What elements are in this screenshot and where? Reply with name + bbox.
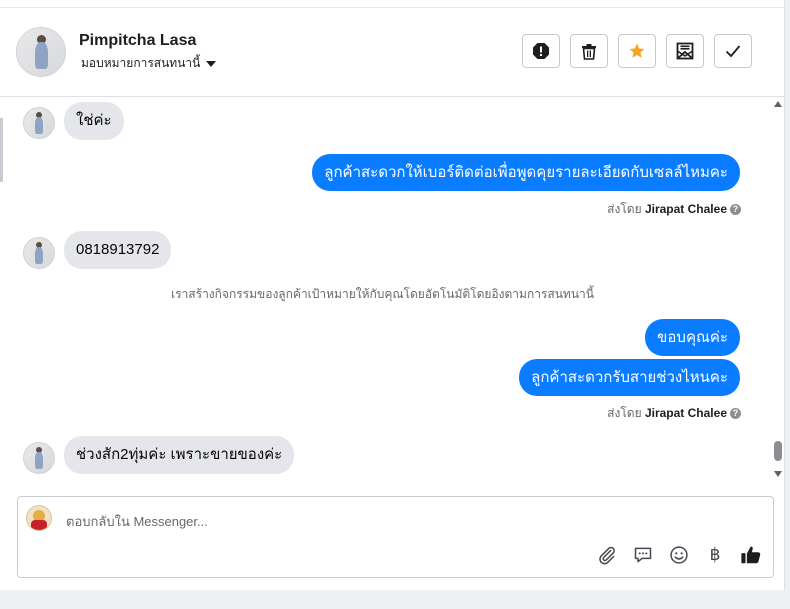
star-button[interactable] (618, 34, 656, 68)
emoji-icon (670, 546, 688, 564)
contact-avatar[interactable] (16, 27, 66, 77)
request-payment-button[interactable]: ฿ (704, 544, 726, 566)
send-like-button[interactable] (740, 544, 762, 566)
done-check-icon (725, 45, 741, 58)
sent-by-label: ส่งโดย Jirapat Chalee? (607, 200, 741, 219)
star-icon (629, 43, 645, 58)
emoji-button[interactable] (668, 544, 690, 566)
attach-file-button[interactable] (596, 544, 618, 566)
saved-reply-icon (634, 547, 652, 563)
payment-baht-icon: ฿ (709, 545, 721, 565)
assign-conversation-dropdown[interactable]: มอบหมายการสนทนานี้ (81, 54, 217, 73)
scroll-up-arrow-icon[interactable] (774, 101, 782, 107)
sent-by-prefix: ส่งโดย (607, 406, 642, 420)
system-note: เราสร้างกิจกรรมของลูกค้าเป้าหมายให้กับคุ… (171, 287, 594, 301)
scroll-down-arrow-icon[interactable] (774, 471, 782, 477)
reply-composer: ฿ (17, 496, 774, 578)
agent-name[interactable]: Jirapat Chalee (645, 202, 727, 216)
mark-done-button[interactable] (714, 34, 752, 68)
outgoing-message: ลูกค้าสะดวกรับสายช่วงไหนคะ (519, 359, 740, 396)
incoming-message: ใช่ค่ะ (64, 102, 124, 140)
spam-icon (533, 43, 549, 59)
like-thumb-icon (741, 546, 761, 564)
sent-by-prefix: ส่งโดย (607, 202, 642, 216)
attachment-icon (599, 546, 615, 565)
contact-avatar-small[interactable] (23, 107, 55, 139)
help-icon[interactable]: ? (730, 408, 741, 420)
outgoing-message: ขอบคุณค่ะ (645, 319, 740, 356)
scrollbar-thumb[interactable] (774, 441, 782, 461)
reply-input[interactable] (64, 509, 628, 533)
sent-by-label: ส่งโดย Jirapat Chalee? (607, 404, 741, 423)
mark-unread-icon (676, 42, 694, 60)
incoming-message: ช่วงสัก2ทุ่มค่ะ เพราะขายของค่ะ (64, 436, 295, 474)
delete-button[interactable] (570, 34, 608, 68)
mark-unread-button[interactable] (666, 34, 704, 68)
conversation-header: Pimpitcha Lasa มอบหมายการสนทนานี้ (0, 8, 785, 97)
contact-avatar-small[interactable] (23, 237, 55, 269)
assign-conversation-label: มอบหมายการสนทนานี้ (81, 56, 201, 70)
contact-name[interactable]: Pimpitcha Lasa (79, 32, 196, 50)
outgoing-message: ลูกค้าสะดวกให้เบอร์ติดต่อเพื่อพูดคุยรายล… (312, 154, 740, 191)
message-thread: ใช่ค่ะ ลูกค้าสะดวกให้เบอร์ติดต่อเพื่อพูด… (0, 97, 770, 482)
help-icon[interactable]: ? (730, 204, 741, 216)
mark-spam-button[interactable] (522, 34, 560, 68)
conversation-panel: Pimpitcha Lasa มอบหมายการสนทนานี้ ใช่ค่ะ… (0, 0, 785, 590)
incoming-message: 0818913792 (64, 231, 172, 269)
contact-avatar-small[interactable] (23, 442, 55, 474)
agent-name[interactable]: Jirapat Chalee (645, 406, 727, 420)
trash-icon (582, 43, 596, 60)
page-avatar (26, 505, 52, 531)
saved-replies-button[interactable] (632, 544, 654, 566)
caret-down-icon (206, 60, 217, 67)
